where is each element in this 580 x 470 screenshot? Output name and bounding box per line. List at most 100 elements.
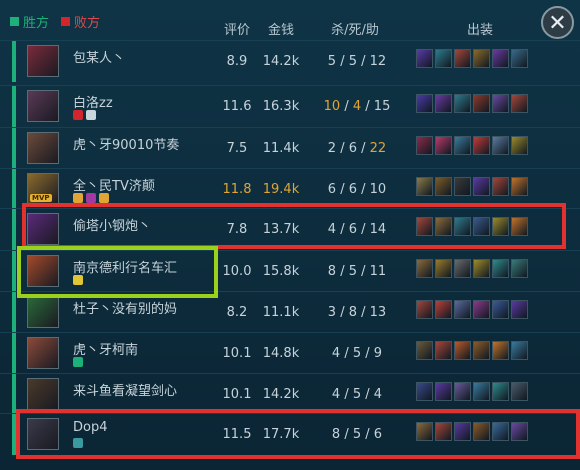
- item-build: [416, 177, 528, 196]
- player-gold: 11.4k: [262, 141, 300, 156]
- player-name[interactable]: 来斗鱼看凝望剑心: [73, 380, 177, 399]
- item-icon[interactable]: [435, 382, 452, 401]
- item-icon[interactable]: [454, 49, 471, 68]
- player-name[interactable]: 虎丶牙柯南: [73, 339, 138, 358]
- player-name[interactable]: 全丶民TV济颠: [73, 175, 155, 194]
- item-icon[interactable]: [492, 341, 509, 360]
- player-rating: 7.5: [226, 141, 248, 156]
- item-icon[interactable]: [473, 177, 490, 196]
- item-icon[interactable]: [454, 136, 471, 155]
- player-kda: 4 / 5 / 9: [331, 346, 383, 361]
- champion-portrait[interactable]: [27, 378, 59, 410]
- item-icon[interactable]: [454, 382, 471, 401]
- player-gold: 14.2k: [262, 387, 300, 402]
- assists-value: 15: [373, 99, 391, 114]
- item-icon[interactable]: [454, 300, 471, 319]
- kills-value: 4: [331, 346, 341, 361]
- item-icon[interactable]: [416, 177, 433, 196]
- player-name[interactable]: 包某人丶: [73, 47, 125, 66]
- item-icon[interactable]: [473, 94, 490, 113]
- item-icon[interactable]: [416, 382, 433, 401]
- deaths-value: 8: [348, 305, 357, 320]
- item-icon[interactable]: [511, 382, 528, 401]
- item-icon[interactable]: [416, 136, 433, 155]
- player-row[interactable]: 包某人丶 8.9 14.2k 5 / 5 / 12: [0, 40, 580, 82]
- item-icon[interactable]: [416, 300, 433, 319]
- deaths-value: 5: [348, 264, 357, 279]
- item-icon[interactable]: [473, 382, 490, 401]
- honor-badge-icon: [73, 110, 83, 120]
- champion-portrait[interactable]: [27, 90, 59, 122]
- item-icon[interactable]: [416, 259, 433, 278]
- item-icon[interactable]: [435, 341, 452, 360]
- legend-lose-label: 败方: [74, 16, 101, 31]
- assists-value: 10: [369, 182, 387, 197]
- player-gold: 11.1k: [262, 305, 300, 320]
- close-icon[interactable]: ✕: [541, 6, 574, 39]
- champion-portrait[interactable]: [27, 132, 59, 164]
- team-color-bar: [12, 333, 16, 374]
- item-icon[interactable]: [492, 136, 509, 155]
- scoreboard-header: 胜方 败方 评价 金钱 杀/死/助 出装: [0, 0, 580, 38]
- player-name[interactable]: 杜子丶没有别的妈: [73, 298, 177, 317]
- player-name[interactable]: 白洛zz: [73, 92, 113, 111]
- item-icon[interactable]: [492, 259, 509, 278]
- player-badges: [73, 110, 96, 120]
- item-icon[interactable]: [435, 300, 452, 319]
- item-icon[interactable]: [416, 94, 433, 113]
- column-kda-header: 杀/死/助: [331, 23, 379, 38]
- item-icon[interactable]: [511, 300, 528, 319]
- item-icon[interactable]: [454, 341, 471, 360]
- item-icon[interactable]: [511, 341, 528, 360]
- mvp-badge: MVP: [30, 194, 52, 202]
- player-row[interactable]: 虎丶牙90010节奏 7.5 11.4k 2 / 6 / 22: [0, 127, 580, 169]
- deaths-value: 4: [352, 99, 362, 114]
- item-build: [416, 300, 528, 319]
- item-icon[interactable]: [511, 94, 528, 113]
- assists-value: 9: [373, 346, 383, 361]
- item-icon[interactable]: [416, 341, 433, 360]
- honor-badge-icon: [86, 193, 96, 203]
- column-gold-header: 金钱: [267, 23, 294, 38]
- item-icon[interactable]: [511, 259, 528, 278]
- player-row[interactable]: 虎丶牙柯南 10.1 14.8k 4 / 5 / 9: [0, 332, 580, 374]
- item-icon[interactable]: [454, 177, 471, 196]
- item-icon[interactable]: [473, 300, 490, 319]
- item-icon[interactable]: [435, 136, 452, 155]
- item-icon[interactable]: [492, 382, 509, 401]
- item-icon[interactable]: [473, 259, 490, 278]
- item-icon[interactable]: [435, 177, 452, 196]
- kills-value: 5: [327, 54, 337, 69]
- item-build: [416, 49, 528, 68]
- item-icon[interactable]: [511, 49, 528, 68]
- item-icon[interactable]: [435, 94, 452, 113]
- champion-portrait[interactable]: [27, 296, 59, 328]
- highlight-box-red-row10: [16, 409, 580, 459]
- player-kda: 2 / 6 / 22: [327, 141, 387, 156]
- champion-portrait[interactable]: [27, 337, 59, 369]
- item-icon[interactable]: [492, 49, 509, 68]
- item-icon[interactable]: [435, 259, 452, 278]
- champion-portrait[interactable]: [27, 45, 59, 77]
- honor-badge-icon: [99, 193, 109, 203]
- player-row[interactable]: 白洛zz 11.6 16.3k 10 / 4 / 15: [0, 85, 580, 127]
- player-name[interactable]: 虎丶牙90010节奏: [73, 134, 179, 153]
- item-icon[interactable]: [454, 259, 471, 278]
- item-icon[interactable]: [511, 177, 528, 196]
- item-icon[interactable]: [473, 136, 490, 155]
- item-icon[interactable]: [454, 94, 471, 113]
- player-gold: 15.8k: [262, 264, 300, 279]
- item-icon[interactable]: [473, 49, 490, 68]
- honor-badge-icon: [86, 110, 96, 120]
- item-icon[interactable]: [473, 341, 490, 360]
- item-icon[interactable]: [416, 49, 433, 68]
- assists-value: 22: [369, 141, 387, 156]
- team-color-bar: [12, 209, 16, 250]
- player-rating: 8.2: [226, 305, 248, 320]
- item-icon[interactable]: [492, 300, 509, 319]
- item-icon[interactable]: [511, 136, 528, 155]
- item-icon[interactable]: [435, 49, 452, 68]
- item-icon[interactable]: [492, 177, 509, 196]
- honor-badge-icon: [73, 357, 83, 367]
- item-icon[interactable]: [492, 94, 509, 113]
